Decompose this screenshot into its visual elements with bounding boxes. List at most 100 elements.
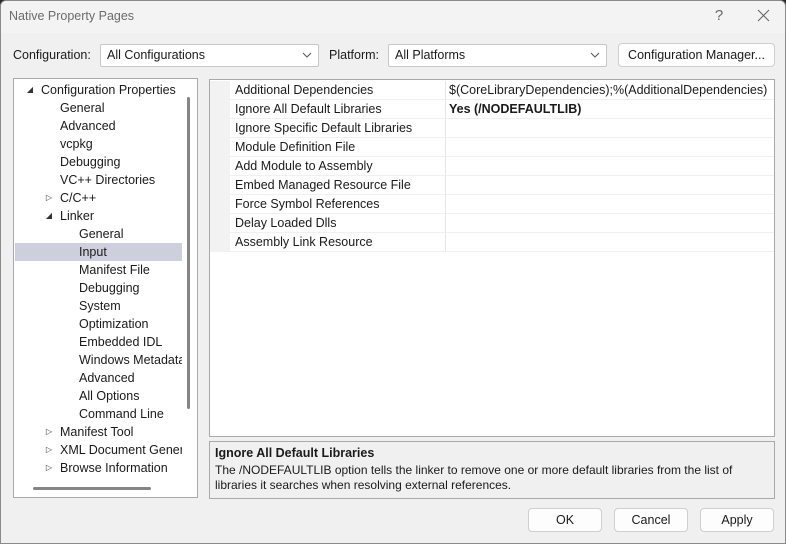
row-gutter (210, 100, 230, 119)
collapsed-arrow-icon[interactable]: ▷ (44, 189, 54, 207)
tree-item-label: Optimization (79, 317, 149, 331)
collapsed-arrow-icon[interactable]: ▷ (44, 459, 54, 477)
tree-item-label: General (60, 101, 105, 115)
chevron-down-icon (590, 52, 600, 58)
platform-value: All Platforms (395, 48, 466, 62)
property-value[interactable] (446, 233, 774, 252)
configuration-manager-button[interactable]: Configuration Manager... (618, 43, 775, 67)
property-value[interactable]: Yes (/NODEFAULTLIB) (446, 100, 774, 119)
property-name: Force Symbol References (230, 195, 446, 214)
property-row[interactable]: Ignore Specific Default Libraries (210, 119, 774, 138)
tree-item[interactable]: ▷ C/C++ (15, 189, 182, 207)
row-gutter (210, 214, 230, 233)
platform-label: Platform: (329, 48, 380, 62)
collapsed-arrow-icon[interactable]: ▷ (44, 441, 54, 459)
row-gutter (210, 157, 230, 176)
property-row[interactable]: Add Module to Assembly (210, 157, 774, 176)
property-pages-dialog: Native Property Pages ? Configuration: A… (0, 0, 786, 544)
property-value[interactable]: $(CoreLibraryDependencies);%(AdditionalD… (446, 81, 774, 100)
expanded-arrow-icon[interactable]: ◢ (25, 81, 35, 99)
property-value[interactable] (446, 119, 774, 138)
cancel-button[interactable]: Cancel (614, 508, 688, 532)
tree-item[interactable]: Advanced (15, 369, 182, 387)
apply-button[interactable]: Apply (700, 508, 774, 532)
property-name: Ignore All Default Libraries (230, 100, 446, 119)
tree-item-label: System (79, 299, 121, 313)
title-bar: Native Property Pages ? (1, 1, 785, 33)
description-title: Ignore All Default Libraries (215, 446, 375, 460)
tree-item[interactable]: Optimization (15, 315, 182, 333)
platform-select[interactable]: All Platforms (388, 44, 607, 67)
tree-item[interactable]: Debugging (15, 153, 182, 171)
expanded-arrow-icon[interactable]: ◢ (44, 207, 54, 225)
property-row[interactable]: Embed Managed Resource File (210, 176, 774, 195)
tree-vertical-scrollbar[interactable] (187, 97, 190, 409)
tree-item[interactable]: General (15, 225, 182, 243)
tree-item[interactable]: ▷ Browse Information (15, 459, 182, 477)
property-name: Ignore Specific Default Libraries (230, 119, 446, 138)
tree-item[interactable]: Windows Metadata (15, 351, 182, 369)
property-name: Embed Managed Resource File (230, 176, 446, 195)
row-gutter (210, 138, 230, 157)
tree-item-label: Debugging (79, 281, 140, 295)
property-row[interactable]: Module Definition File (210, 138, 774, 157)
configuration-select[interactable]: All Configurations (100, 44, 319, 67)
tree-item-label: Linker (60, 209, 95, 223)
tree-item[interactable]: Advanced (15, 117, 182, 135)
tree-item[interactable]: All Options (15, 387, 182, 405)
property-value[interactable] (446, 176, 774, 195)
row-gutter (210, 176, 230, 195)
property-name: Delay Loaded Dlls (230, 214, 446, 233)
tree-item[interactable]: Debugging (15, 279, 182, 297)
property-name: Assembly Link Resource (230, 233, 446, 252)
tree-item-label: Windows Metadata (79, 353, 182, 367)
property-row[interactable]: Force Symbol References (210, 195, 774, 214)
tree-item[interactable]: ▷ Manifest Tool (15, 423, 182, 441)
tree-item[interactable]: Command Line (15, 405, 182, 423)
property-name: Add Module to Assembly (230, 157, 446, 176)
tree-item[interactable]: vcpkg (15, 135, 182, 153)
property-value[interactable] (446, 157, 774, 176)
tree-item[interactable]: General (15, 99, 182, 117)
row-gutter (210, 233, 230, 252)
row-gutter (210, 119, 230, 138)
row-gutter (210, 81, 230, 100)
property-row[interactable]: Ignore All Default Libraries Yes (/NODEFA… (210, 100, 774, 119)
close-button[interactable] (749, 5, 777, 27)
tree-item[interactable]: ▷ XML Document Generator (15, 441, 182, 459)
tree-item-label: Embedded IDL (79, 335, 163, 349)
tree-item-label: Configuration Properties (41, 83, 176, 97)
tree-item-label: Manifest File (79, 263, 150, 277)
property-grid: Additional Dependencies $(CoreLibraryDepe… (209, 79, 775, 437)
property-row[interactable]: Additional Dependencies $(CoreLibraryDepe… (210, 81, 774, 100)
ok-button[interactable]: OK (528, 508, 602, 532)
property-row[interactable]: Delay Loaded Dlls (210, 214, 774, 233)
property-value[interactable] (446, 138, 774, 157)
tree-items: ◢ Configuration Properties General Advanced… (15, 79, 182, 479)
tree-item[interactable]: System (15, 297, 182, 315)
window-title: Native Property Pages (9, 9, 135, 23)
chevron-down-icon (302, 52, 312, 58)
row-gutter (210, 195, 230, 214)
property-row[interactable]: Assembly Link Resource (210, 233, 774, 252)
tree-item[interactable]: VC++ Directories (15, 171, 182, 189)
tree-item-label: Browse Information (60, 461, 168, 475)
collapsed-arrow-icon[interactable]: ▷ (44, 423, 54, 441)
tree-horizontal-scrollbar[interactable] (33, 487, 151, 490)
tree-item[interactable]: ◢ Linker (15, 207, 182, 225)
tree-item-label: Manifest Tool (60, 425, 134, 439)
tree-item[interactable]: ◢ Configuration Properties (15, 81, 182, 99)
help-button[interactable]: ? (709, 5, 729, 27)
property-name: Module Definition File (230, 138, 446, 157)
property-value[interactable] (446, 195, 774, 214)
tree-item-label: VC++ Directories (60, 173, 156, 187)
description-text: The /NODEFAULTLIB option tells the linke… (215, 463, 733, 492)
tree-item[interactable]: Manifest File (15, 261, 182, 279)
property-value[interactable] (446, 214, 774, 233)
tree-item[interactable]: Embedded IDL (15, 333, 182, 351)
tree-item[interactable]: Input (15, 243, 182, 261)
close-icon (757, 9, 769, 22)
configuration-label: Configuration: (13, 48, 91, 62)
tree-item-label: Command Line (79, 407, 164, 421)
property-tree: ◢ Configuration Properties General Advanced… (13, 78, 198, 498)
